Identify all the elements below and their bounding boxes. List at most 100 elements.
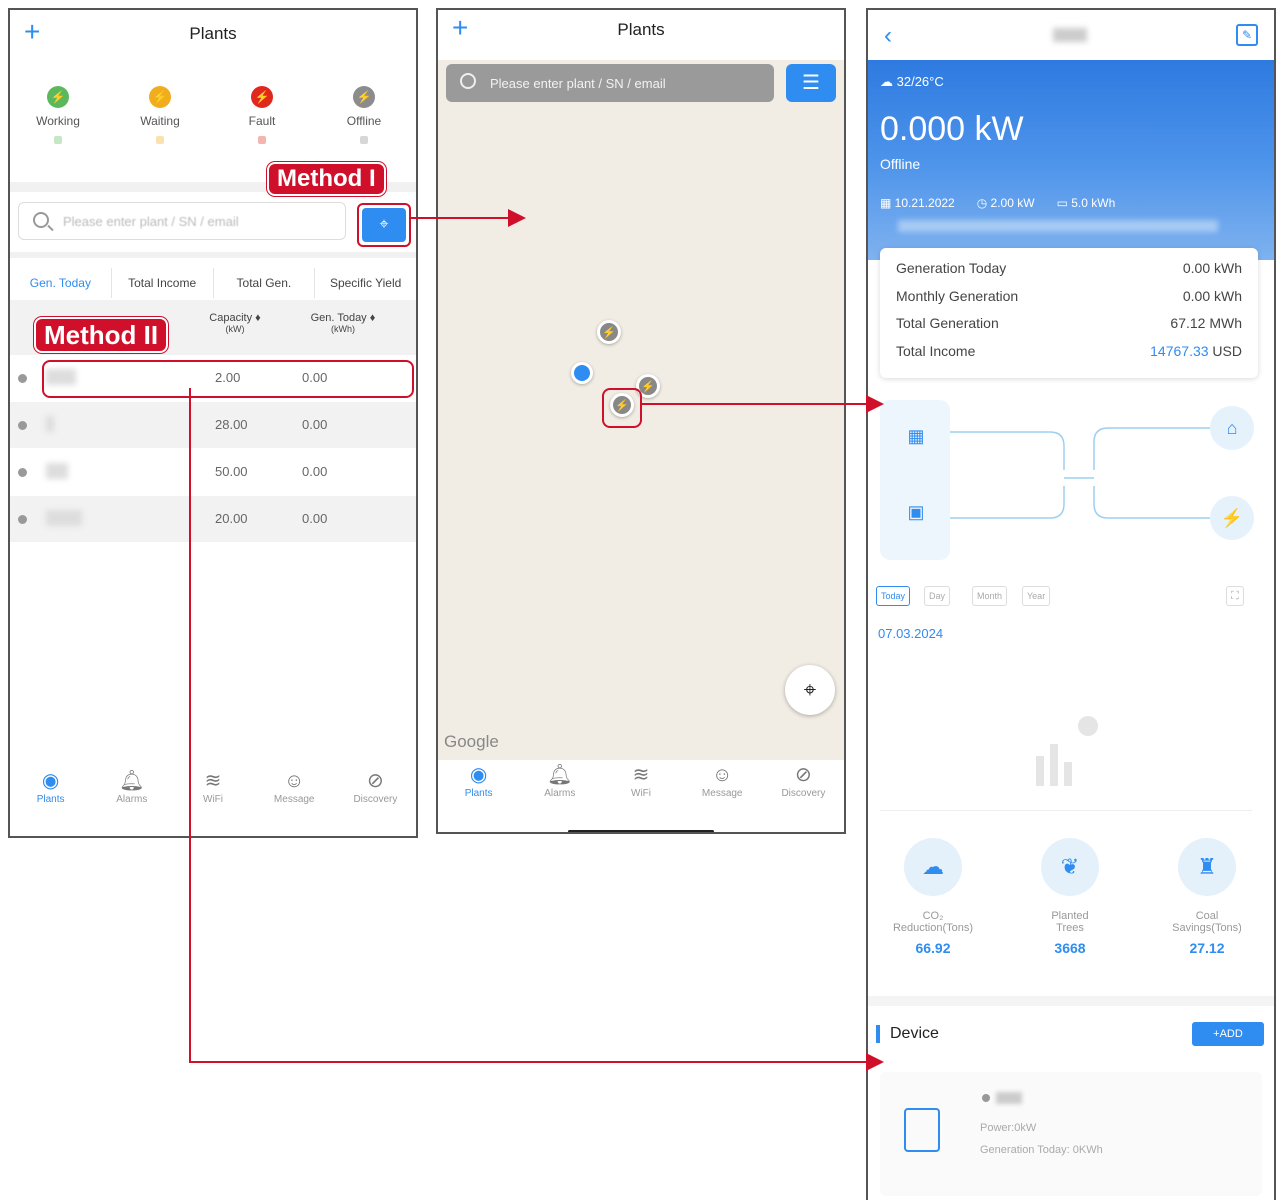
nav-label: Message xyxy=(701,788,743,799)
nav-label: Alarms xyxy=(116,794,148,805)
status-dot xyxy=(18,468,27,477)
status-label: Waiting xyxy=(140,114,180,128)
stat-value: 67.12 MWh xyxy=(1170,315,1242,331)
stat-value: 14767.33 USD xyxy=(1150,343,1242,371)
period-month[interactable]: Month xyxy=(972,586,1008,606)
gen-today-column[interactable]: Gen. Today ♦ (kWh) xyxy=(298,312,388,334)
period-day[interactable]: Day xyxy=(924,586,951,606)
gen-value: 0.00 xyxy=(302,511,328,526)
column-unit: (kW) xyxy=(225,324,245,334)
status-count xyxy=(156,136,164,144)
capacity-column[interactable]: Capacity ♦ (kW) xyxy=(200,312,270,334)
search-input[interactable]: Please enter plant / SN / email xyxy=(446,64,774,102)
eco-label: Reduction(Tons) xyxy=(892,922,974,934)
status-working[interactable]: ⚡ Working xyxy=(18,86,98,144)
period-year[interactable]: Year xyxy=(1022,586,1051,606)
nav-label: Discovery xyxy=(781,788,826,799)
status-summary: ⚡ Working ⚡ Waiting ⚡ Fault ⚡ Offline xyxy=(10,86,416,166)
wifi-icon: ≋ xyxy=(632,764,650,786)
divider xyxy=(10,252,416,258)
tab-total-gen[interactable]: Total Gen. xyxy=(212,268,315,298)
status-waiting[interactable]: ⚡ Waiting xyxy=(120,86,200,144)
capacity-value: 20.00 xyxy=(215,511,248,526)
nav-label: WiFi xyxy=(203,794,223,805)
energy-flow-diagram: ▦ ▣ ⌂ ⚡ xyxy=(880,390,1258,560)
stat-value: 0.00 kWh xyxy=(1182,260,1242,276)
table-row[interactable]: 20.00 0.00 xyxy=(10,496,416,542)
install-date: ▦ 10.21.2022 xyxy=(880,196,955,210)
table-row[interactable]: 50.00 0.00 xyxy=(10,449,416,495)
capacity-text: 2.00 kW xyxy=(990,196,1035,210)
compass-icon: ⊘ xyxy=(795,764,812,786)
stat-row: Total Generation 67.12 MWh xyxy=(896,315,1242,343)
stat-row: Monthly Generation 0.00 kWh xyxy=(896,288,1242,316)
add-device-button[interactable]: +ADD xyxy=(1192,1022,1264,1046)
back-icon[interactable]: ‹ xyxy=(884,22,892,50)
chart-date[interactable]: 07.03.2024 xyxy=(878,626,943,641)
status-dot xyxy=(18,421,27,430)
method-1-badge: Method I xyxy=(267,162,386,196)
search-input[interactable]: Please enter plant / SN / email xyxy=(18,202,346,240)
plant-map-screen: + Plants Please enter plant / SN / email… xyxy=(436,8,846,834)
working-icon: ⚡ xyxy=(47,86,69,108)
nav-label: Plants xyxy=(464,788,493,799)
capacity-value: 50.00 xyxy=(215,464,248,479)
locate-me-button[interactable]: ⌖ xyxy=(785,665,835,715)
eco-value: 66.92 xyxy=(915,940,951,956)
nav-message[interactable]: ☺ Message xyxy=(682,762,763,822)
header: + Plants xyxy=(438,10,844,56)
period-today[interactable]: Today xyxy=(876,586,911,606)
nav-plants[interactable]: ◉ Plants xyxy=(10,768,91,828)
bell-icon: 🔔︎ xyxy=(119,770,145,792)
eco-label: CO₂ xyxy=(922,910,944,922)
nav-discovery[interactable]: ⊘ Discovery xyxy=(763,762,844,822)
tab-specific-yield[interactable]: Specific Yield xyxy=(314,268,416,298)
message-icon: ☺ xyxy=(712,764,733,786)
nav-alarms[interactable]: 🔔︎ Alarms xyxy=(519,762,600,822)
tab-gen-today[interactable]: Gen. Today xyxy=(10,268,111,298)
status-dot xyxy=(18,515,27,524)
clock-icon: ◷ xyxy=(976,196,991,210)
edit-icon[interactable]: ✎ xyxy=(1236,24,1258,46)
device-card[interactable]: Power:0kW Generation Today: 0KWh xyxy=(880,1072,1262,1196)
eco-label: Trees xyxy=(1056,922,1084,934)
section-marker xyxy=(876,1025,880,1043)
fullscreen-icon[interactable]: ⛶ xyxy=(1226,586,1244,606)
plant-pin[interactable]: ⚡ xyxy=(597,320,621,344)
plant-name xyxy=(46,463,68,479)
factory-icon: ♜ xyxy=(1178,838,1236,896)
nav-wifi[interactable]: ≋ WiFi xyxy=(600,762,681,822)
plant-state: Offline xyxy=(880,156,921,172)
column-label: Gen. Today ♦ xyxy=(310,312,376,324)
plant-meta: ▦ 10.21.2022 ◷ 2.00 kW ▭ 5.0 kWh xyxy=(880,196,1115,210)
device-power: Power:0kW xyxy=(980,1122,1037,1134)
plant-list-screen: + Plants ⚡ Working ⚡ Waiting ⚡ Fault ⚡ O… xyxy=(8,8,418,838)
arrowhead xyxy=(508,209,526,227)
nav-discovery[interactable]: ⊘ Discovery xyxy=(335,768,416,828)
gen-value: 0.00 xyxy=(302,417,328,432)
eco-label: Coal xyxy=(1195,910,1219,922)
list-view-button[interactable]: ☰ xyxy=(786,64,836,102)
nav-alarms[interactable]: 🔔︎ Alarms xyxy=(91,768,172,828)
table-row[interactable]: 28.00 0.00 xyxy=(10,402,416,448)
nav-plants[interactable]: ◉ Plants xyxy=(438,762,519,822)
nav-message[interactable]: ☺ Message xyxy=(254,768,335,828)
map-view-button[interactable]: ⌖ xyxy=(357,203,411,247)
map-view[interactable]: Please enter plant / SN / email ☰ ⚡ ⚡ ⚡ … xyxy=(438,60,844,760)
current-power: 0.000 kW xyxy=(880,110,1024,148)
no-data-icon xyxy=(1030,716,1098,790)
method-2-badge: Method II xyxy=(34,317,169,353)
plant-pin[interactable]: ⚡ xyxy=(610,393,634,417)
nav-wifi[interactable]: ≋ WiFi xyxy=(172,768,253,828)
search-icon xyxy=(33,212,49,228)
compass-icon: ⊘ xyxy=(367,770,384,792)
sprout-icon: ❦ xyxy=(1041,838,1099,896)
capacity: ◷ 2.00 kW xyxy=(977,196,1035,210)
status-offline[interactable]: ⚡ Offline xyxy=(324,86,404,144)
stat-label: Total Generation xyxy=(896,315,999,331)
income-unit: USD xyxy=(1208,342,1242,359)
tab-total-income[interactable]: Total Income xyxy=(110,268,213,298)
status-fault[interactable]: ⚡ Fault xyxy=(222,86,302,144)
status-label: Fault xyxy=(248,114,276,128)
bottom-nav: ◉ Plants 🔔︎ Alarms ≋ WiFi ☺ Message ⊘ Discove… xyxy=(10,768,416,828)
